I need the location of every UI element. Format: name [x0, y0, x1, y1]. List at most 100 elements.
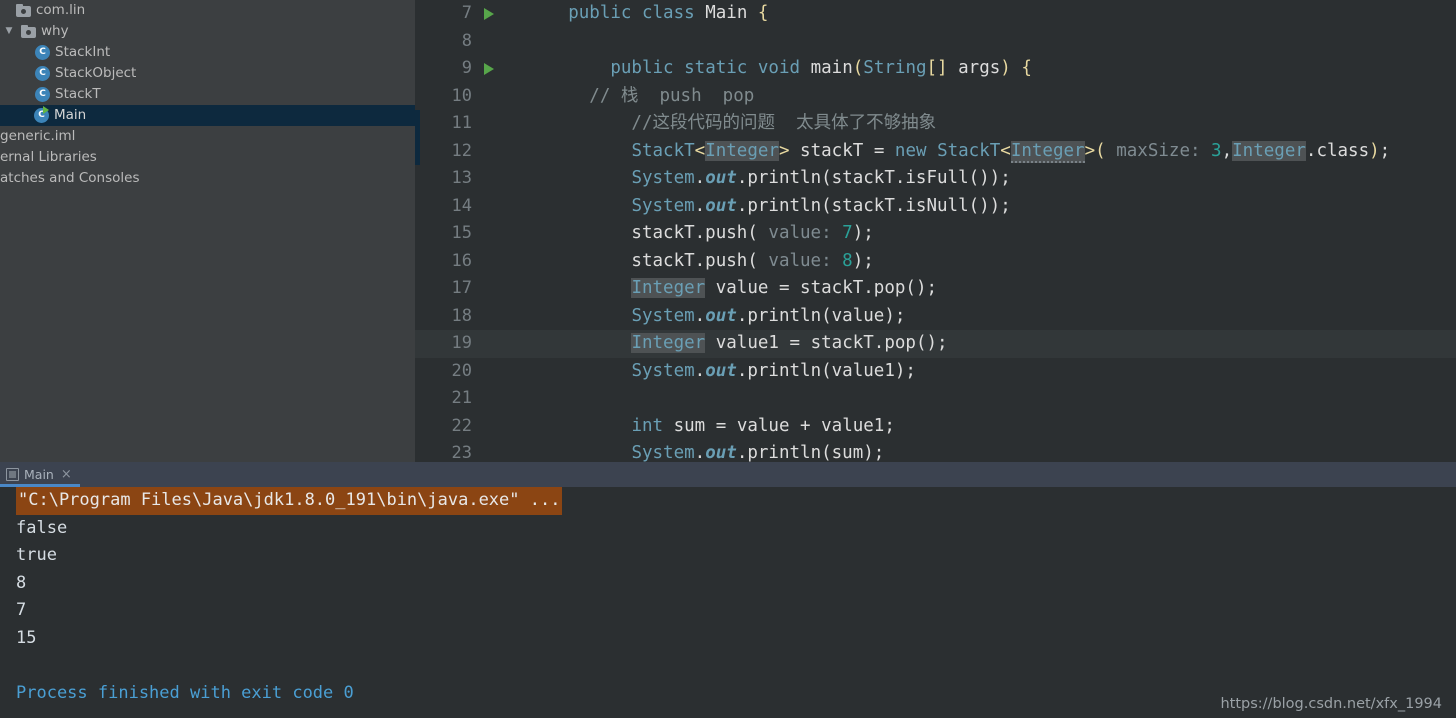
code-line-18[interactable]: 18 System.out.println(value); [415, 303, 1456, 331]
tree-item-com-lin[interactable]: com.lin [0, 0, 415, 21]
code-token: . [694, 305, 706, 326]
code-token: ; [1000, 168, 1011, 188]
line-number-8: 8 [461, 30, 472, 51]
code-token: Integer [705, 140, 779, 161]
chevron-down-icon[interactable]: ▼ [2, 21, 16, 42]
code-token: ) [1000, 58, 1011, 78]
line-number-14: 14 [451, 195, 472, 216]
code-line-12[interactable]: 12 StackT<Integer> stackT = new StackT<I… [415, 137, 1456, 166]
code-token: System [631, 443, 695, 462]
line-number-10: 10 [451, 85, 472, 106]
tree-item-label: StackObject [55, 65, 137, 81]
code-token: = [873, 140, 885, 161]
tree-item-stackt[interactable]: C StackT [0, 84, 415, 105]
package-folder-icon [16, 4, 31, 17]
code-line-21[interactable]: 21 [415, 385, 1456, 413]
code-line-10[interactable]: 10 // 栈 push pop [415, 83, 1456, 111]
code-text: StackT<Integer> stackT = new StackT<Inte… [505, 138, 1456, 166]
code-token: . [694, 360, 706, 381]
code-token: 3 [1211, 140, 1222, 161]
code-token: ; [1000, 195, 1011, 216]
tree-item-stackobject[interactable]: C StackObject [0, 63, 415, 84]
project-tool-window[interactable]: com.lin ▼ why C StackInt C StackObject C StackT C… [0, 0, 415, 462]
console-command-line[interactable]: "C:\Program Files\Java\jdk1.8.0_191\bin\… [16, 487, 563, 515]
gutter-spacer [481, 413, 505, 441]
play-arrow-icon[interactable] [484, 63, 494, 75]
gutter-spacer [481, 303, 505, 331]
tree-item-label: Main [54, 107, 87, 123]
close-icon[interactable]: × [61, 468, 72, 481]
code-token: StackT [631, 140, 695, 161]
code-line-13[interactable]: 13 System.out.println(stackT.isFull()); [415, 165, 1456, 193]
code-text: System.out.println(value); [505, 303, 1456, 331]
code-token: //这段代码的问题 太具体了不够抽象 [505, 113, 937, 133]
watermark: https://blog.csdn.net/xfx_1994 [1220, 696, 1442, 712]
code-line-20[interactable]: 20 System.out.println(value1); [415, 358, 1456, 386]
code-text: System.out.println(stackT.isFull()); [505, 165, 1456, 193]
code-text: public class Main { [505, 0, 1456, 28]
code-line-23[interactable]: 23 System.out.println(sum); [415, 440, 1456, 462]
code-line-9[interactable]: 9 public static void main(String[] args)… [415, 55, 1456, 83]
gutter-spacer [481, 110, 505, 138]
gutter-spacer [481, 248, 505, 276]
code-line-14[interactable]: 14 System.out.println(stackT.isNull()); [415, 193, 1456, 221]
code-token: public [610, 58, 674, 78]
tree-item-atches-and-consoles[interactable]: atches and Consoles [0, 168, 415, 189]
code-editor[interactable]: 7 public class Main {8 9 public static vo… [415, 0, 1456, 462]
tree-item-label: com.lin [36, 2, 86, 18]
console-line: 7 [0, 597, 1456, 625]
code-token: > [1084, 140, 1096, 161]
gutter-spacer [481, 138, 505, 166]
run-tab-main[interactable]: Main × [0, 462, 80, 487]
code-text: public static void main(String[] args) { [505, 55, 1456, 83]
code-token: 7 [842, 223, 853, 243]
code-line-16[interactable]: 16 stackT.push( value: 8); [415, 248, 1456, 276]
run-console-output[interactable]: "C:\Program Files\Java\jdk1.8.0_191\bin\… [0, 487, 1456, 718]
gutter-spacer [481, 220, 505, 248]
tree-item-generic-iml[interactable]: generic.iml [0, 126, 415, 147]
run-gutter-icon[interactable] [481, 0, 505, 28]
code-token: [] [926, 58, 948, 78]
tree-item-ernal-libraries[interactable]: ernal Libraries [0, 147, 415, 168]
tree-item-stackint[interactable]: C StackInt [0, 42, 415, 63]
code-token: ) [1369, 140, 1380, 161]
code-token: System [631, 168, 695, 188]
console-output-text: false [16, 517, 68, 538]
code-token: ( [852, 58, 864, 78]
tree-item-main[interactable]: C Main [0, 105, 415, 126]
code-token: , [1221, 140, 1233, 161]
code-token: out [705, 305, 737, 326]
changed-line-marker [415, 110, 420, 138]
code-token: value: [757, 250, 843, 271]
code-lines-container: 7 public class Main {8 9 public static vo… [415, 0, 1456, 462]
run-tool-window-tabbar[interactable]: Main × [0, 462, 1456, 487]
tree-item-label: generic.iml [0, 128, 76, 144]
line-number-18: 18 [451, 305, 472, 326]
code-text: Integer value1 = stackT.pop(); [505, 330, 1456, 358]
code-token: out [705, 443, 737, 462]
code-line-7[interactable]: 7 public class Main { [415, 0, 1456, 28]
code-line-19[interactable]: 19 Integer value1 = stackT.pop(); [415, 330, 1456, 358]
code-text: Integer value = stackT.pop(); [505, 275, 1456, 303]
code-line-11[interactable]: 11 //这段代码的问题 太具体了不够抽象 [415, 110, 1456, 138]
play-arrow-icon[interactable] [484, 8, 494, 20]
code-token: .println(stackT.isFull()) [736, 168, 1001, 188]
code-token: = [778, 278, 790, 298]
code-line-15[interactable]: 15 stackT.push( value: 7); [415, 220, 1456, 248]
tree-item-why[interactable]: ▼ why [0, 21, 415, 42]
code-token: sum [663, 415, 716, 436]
code-line-22[interactable]: 22 int sum = value + value1; [415, 413, 1456, 441]
run-gutter-icon[interactable] [481, 55, 505, 83]
code-text: System.out.println(stackT.isNull()); [505, 193, 1456, 221]
code-line-8[interactable]: 8 [415, 28, 1456, 56]
intellij-idea-window: com.lin ▼ why C StackInt C StackObject C StackT C… [0, 0, 1456, 718]
code-line-17[interactable]: 17 Integer value = stackT.pop(); [415, 275, 1456, 303]
code-token: out [705, 195, 737, 216]
